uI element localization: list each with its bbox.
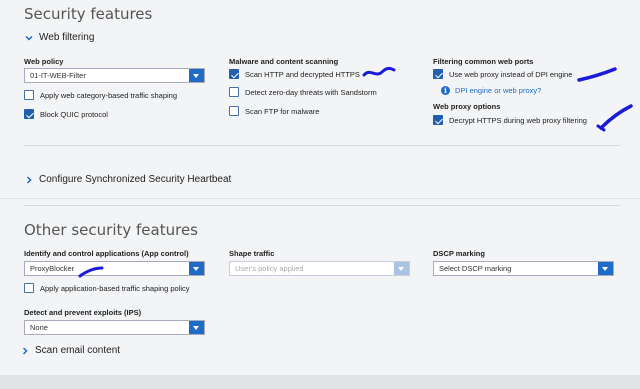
app-control-value: ProxyBlocker: [30, 264, 75, 273]
divider: [24, 145, 620, 146]
proxy-options-heading: Web proxy options: [433, 102, 501, 111]
apply-category-shaping-checkbox[interactable]: Apply web category-based traffic shaping: [24, 90, 177, 100]
annotation-scribble: [362, 66, 396, 77]
block-quic-checkbox[interactable]: Block QUIC protocol: [24, 109, 108, 119]
chevron-down-icon: [25, 35, 33, 41]
app-control-select[interactable]: ProxyBlocker: [24, 261, 205, 276]
footer-strip: [0, 375, 640, 389]
block-quic-label: Block QUIC protocol: [40, 109, 108, 119]
decrypt-https-label: Decrypt HTTPS during web proxy filtering: [449, 115, 587, 125]
checkbox-box: [433, 115, 443, 125]
security-features-title: Security features: [24, 5, 153, 23]
ports-heading: Filtering common web ports: [433, 57, 534, 66]
dpi-info-link[interactable]: i DPI engine or web proxy?: [441, 86, 541, 95]
dscp-heading: DSCP marking: [433, 249, 485, 258]
zero-day-label: Detect zero-day threats with Sandstorm: [245, 87, 377, 97]
checkbox-box: [229, 106, 239, 116]
chevron-down-icon: [394, 262, 409, 275]
checkbox-box: [229, 87, 239, 97]
web-policy-value: 01-IT-WEB-Filter: [30, 71, 86, 80]
apply-app-shaping-checkbox[interactable]: Apply application-based traffic shaping …: [24, 283, 190, 293]
web-policy-select[interactable]: 01-IT-WEB-Filter: [24, 68, 205, 83]
shape-traffic-heading: Shape traffic: [229, 249, 275, 258]
dscp-select[interactable]: Select DSCP marking: [433, 261, 614, 276]
dpi-info-link-label: DPI engine or web proxy?: [455, 86, 542, 95]
ips-heading: Detect and prevent exploits (IPS): [24, 308, 142, 317]
heartbeat-label: Configure Synchronized Security Heartbea…: [39, 174, 232, 185]
scan-http-label: Scan HTTP and decrypted HTTPS: [245, 69, 360, 79]
chevron-down-icon: [189, 262, 204, 275]
other-security-features-title: Other security features: [24, 221, 198, 239]
checkbox-box: [433, 69, 443, 79]
scan-http-checkbox[interactable]: Scan HTTP and decrypted HTTPS: [229, 69, 360, 79]
scan-ftp-label: Scan FTP for malware: [245, 106, 320, 116]
checkbox-box: [229, 69, 239, 79]
checkbox-box: [24, 90, 34, 100]
annotation-scribble: [577, 67, 617, 82]
zero-day-checkbox[interactable]: Detect zero-day threats with Sandstorm: [229, 87, 377, 97]
use-proxy-checkbox[interactable]: Use web proxy instead of DPI engine: [433, 69, 572, 79]
scan-ftp-checkbox[interactable]: Scan FTP for malware: [229, 106, 319, 116]
use-proxy-label: Use web proxy instead of DPI engine: [449, 69, 573, 79]
ips-select[interactable]: None: [24, 320, 205, 335]
chevron-down-icon: [189, 321, 204, 334]
shape-traffic-select: User's policy applied: [229, 261, 410, 276]
section-separator: [0, 198, 640, 199]
shape-traffic-value: User's policy applied: [235, 264, 304, 273]
web-filtering-label: Web filtering: [39, 32, 95, 43]
web-filtering-toggle[interactable]: Web filtering: [24, 32, 94, 43]
ips-value: None: [30, 323, 48, 332]
chevron-down-icon: [598, 262, 613, 275]
decrypt-https-checkbox[interactable]: Decrypt HTTPS during web proxy filtering: [433, 115, 587, 125]
apply-app-shaping-label: Apply application-based traffic shaping …: [40, 283, 190, 293]
dscp-value: Select DSCP marking: [439, 264, 512, 273]
divider: [24, 205, 620, 206]
web-policy-heading: Web policy: [24, 57, 64, 66]
checkbox-box: [24, 109, 34, 119]
info-icon: i: [441, 86, 450, 95]
annotation-scribble: [596, 104, 633, 132]
apply-category-shaping-label: Apply web category-based traffic shaping: [40, 90, 178, 100]
heartbeat-toggle[interactable]: Configure Synchronized Security Heartbea…: [24, 174, 231, 185]
app-control-heading: Identify and control applications (App c…: [24, 249, 189, 258]
chevron-down-icon: [189, 69, 204, 82]
chevron-right-icon: [22, 346, 28, 355]
malware-heading: Malware and content scanning: [229, 57, 339, 66]
chevron-right-icon: [26, 175, 32, 184]
scan-email-label: Scan email content: [35, 345, 121, 356]
scan-email-toggle[interactable]: Scan email content: [20, 345, 120, 356]
checkbox-box: [24, 283, 34, 293]
